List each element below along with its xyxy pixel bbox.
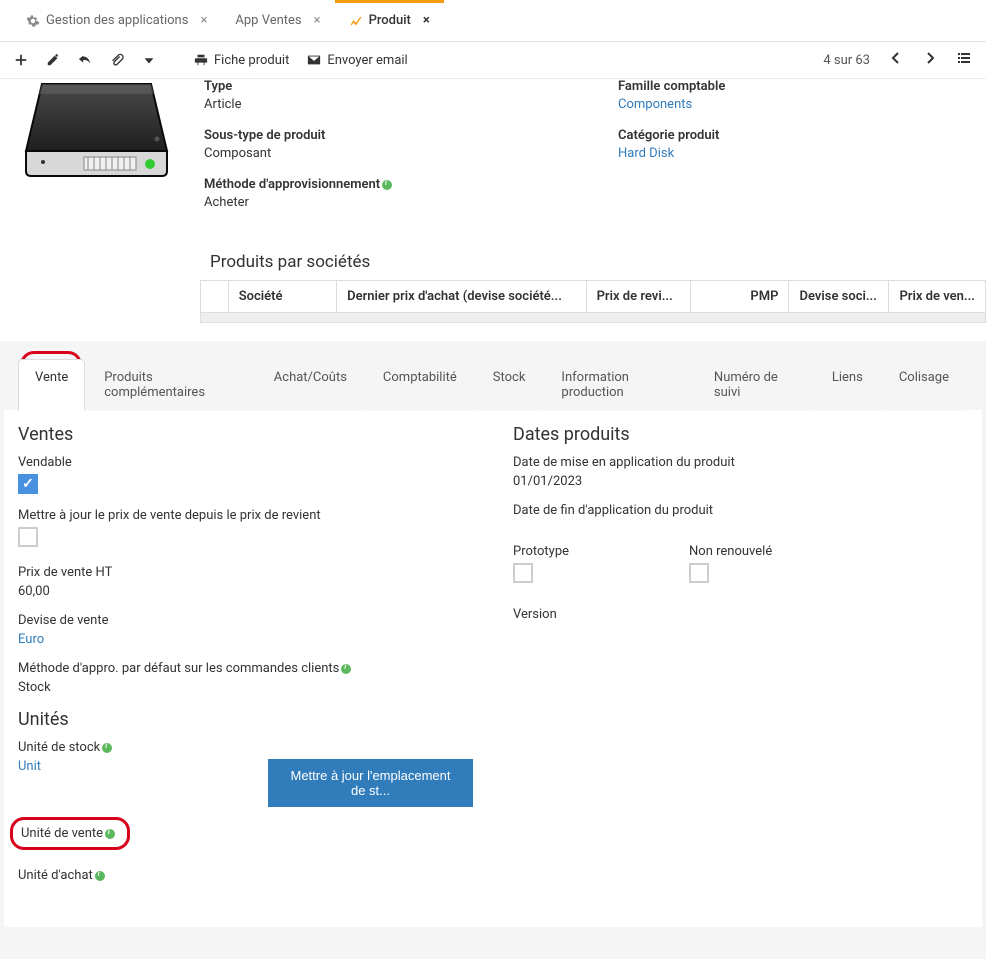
subtab-accounting[interactable]: Comptabilité bbox=[366, 359, 474, 411]
col-checkbox[interactable] bbox=[201, 281, 229, 313]
stock-unit-value[interactable]: Unit bbox=[18, 759, 248, 774]
close-icon[interactable]: × bbox=[200, 13, 207, 28]
prototype-checkbox[interactable] bbox=[513, 563, 533, 583]
info-icon[interactable] bbox=[105, 829, 115, 839]
end-date-label: Date de fin d'application du produit bbox=[513, 503, 968, 518]
default-method-label: Méthode d'appro. par défaut sur les comm… bbox=[18, 661, 473, 676]
sale-panel: Ventes Vendable Mettre à jour le prix de… bbox=[4, 410, 982, 927]
subtab-complementary[interactable]: Produits complémentaires bbox=[87, 359, 255, 411]
chart-icon bbox=[349, 13, 363, 28]
price-label: Prix de vente HT bbox=[18, 565, 473, 580]
update-location-button[interactable]: Mettre à jour l'emplacement de st... bbox=[268, 759, 473, 807]
stock-unit-label: Unité de stock bbox=[18, 740, 473, 755]
update-price-label: Mettre à jour le prix de vente depuis le… bbox=[18, 508, 473, 523]
subtab-links[interactable]: Liens bbox=[815, 359, 880, 411]
col-currency[interactable]: Devise soci... bbox=[789, 281, 889, 313]
family-value[interactable]: Components bbox=[618, 97, 972, 112]
method-value: Acheter bbox=[204, 195, 558, 210]
pager-text: 4 sur 63 bbox=[823, 53, 870, 68]
table-header-row: Société Dernier prix d'achat (devise soc… bbox=[201, 281, 986, 313]
update-price-checkbox[interactable] bbox=[18, 527, 38, 547]
version-label: Version bbox=[513, 607, 968, 622]
companies-table: Société Dernier prix d'achat (devise soc… bbox=[200, 280, 986, 313]
subtab-stock[interactable]: Stock bbox=[476, 359, 543, 411]
table-scrollbar[interactable] bbox=[200, 313, 986, 323]
method-label: Méthode d'approvisionnement bbox=[204, 177, 558, 192]
tab-product[interactable]: Produit × bbox=[335, 0, 444, 41]
attachment-button[interactable] bbox=[110, 53, 124, 67]
info-icon[interactable] bbox=[341, 664, 351, 674]
product-image bbox=[14, 79, 174, 226]
subtab-production[interactable]: Information production bbox=[544, 359, 695, 411]
type-label: Type bbox=[204, 79, 558, 94]
top-tabstrip: Gestion des applications × App Ventes × … bbox=[0, 0, 986, 42]
subtabs: Vente Produits complémentaires Achat/Coû… bbox=[4, 359, 982, 411]
subtab-packing[interactable]: Colisage bbox=[882, 359, 966, 411]
col-last-price[interactable]: Dernier prix d'achat (devise société... bbox=[337, 281, 586, 313]
nonrenewed-checkbox[interactable] bbox=[689, 563, 709, 583]
email-button[interactable]: Envoyer email bbox=[307, 53, 407, 68]
print-label: Fiche produit bbox=[214, 53, 289, 68]
add-button[interactable] bbox=[14, 53, 28, 67]
info-icon[interactable] bbox=[102, 743, 112, 753]
dropdown-button[interactable] bbox=[142, 53, 156, 67]
email-label: Envoyer email bbox=[327, 53, 407, 68]
tab-apps-label: Gestion des applications bbox=[46, 13, 188, 28]
vendable-checkbox[interactable] bbox=[18, 474, 38, 494]
tab-sales-app[interactable]: App Ventes × bbox=[221, 0, 334, 41]
col-pmp[interactable]: PMP bbox=[691, 281, 789, 313]
type-value: Article bbox=[204, 97, 558, 112]
dates-heading: Dates produits bbox=[513, 424, 968, 445]
family-label: Famille comptable bbox=[618, 79, 972, 94]
start-date-label: Date de mise en application du produit bbox=[513, 455, 968, 470]
companies-title: Produits par sociétés bbox=[200, 252, 986, 280]
next-button[interactable] bbox=[922, 50, 938, 70]
subtab-tracking[interactable]: Numéro de suivi bbox=[697, 359, 813, 411]
category-label: Catégorie produit bbox=[618, 128, 972, 143]
currency-label: Devise de vente bbox=[18, 613, 473, 628]
subtype-value: Composant bbox=[204, 146, 558, 161]
toolbar: Fiche produit Envoyer email 4 sur 63 bbox=[0, 42, 986, 79]
print-button[interactable]: Fiche produit bbox=[194, 53, 289, 68]
sales-heading: Ventes bbox=[18, 424, 473, 445]
close-icon[interactable]: × bbox=[423, 13, 430, 28]
undo-button[interactable] bbox=[78, 53, 92, 67]
highlight-sale-unit: Unité de vente bbox=[10, 817, 130, 850]
start-date-value: 01/01/2023 bbox=[513, 474, 968, 489]
col-company[interactable]: Société bbox=[228, 281, 336, 313]
vendable-label: Vendable bbox=[18, 455, 473, 470]
tab-apps[interactable]: Gestion des applications × bbox=[12, 0, 221, 41]
tab-product-label: Produit bbox=[369, 13, 411, 28]
gear-icon bbox=[26, 13, 40, 28]
category-value[interactable]: Hard Disk bbox=[618, 146, 972, 161]
hard-disk-icon bbox=[24, 79, 169, 189]
tab-sales-app-label: App Ventes bbox=[235, 13, 301, 28]
companies-section: Produits par sociétés Société Dernier pr… bbox=[0, 252, 986, 323]
sale-unit-label: Unité de vente bbox=[21, 826, 115, 841]
nonrenewed-label: Non renouvelé bbox=[689, 544, 772, 559]
purchase-unit-label: Unité d'achat bbox=[18, 868, 473, 883]
prev-button[interactable] bbox=[888, 50, 904, 70]
prototype-label: Prototype bbox=[513, 544, 569, 559]
list-view-button[interactable] bbox=[956, 50, 972, 70]
currency-value[interactable]: Euro bbox=[18, 632, 473, 647]
subtype-label: Sous-type de produit bbox=[204, 128, 558, 143]
subtab-purchase[interactable]: Achat/Coûts bbox=[257, 359, 364, 411]
info-icon[interactable] bbox=[95, 871, 105, 881]
edit-button[interactable] bbox=[46, 53, 60, 67]
product-detail: Type Article Sous-type de produit Compos… bbox=[0, 79, 986, 240]
units-heading: Unités bbox=[18, 709, 473, 730]
subtab-sale[interactable]: Vente bbox=[18, 359, 85, 411]
default-method-value: Stock bbox=[18, 680, 473, 695]
info-icon[interactable] bbox=[382, 180, 392, 190]
col-sale-price[interactable]: Prix de ven... bbox=[889, 281, 986, 313]
close-icon[interactable]: × bbox=[314, 13, 321, 28]
col-cost-price[interactable]: Prix de revi... bbox=[586, 281, 691, 313]
price-value: 60,00 bbox=[18, 584, 473, 599]
